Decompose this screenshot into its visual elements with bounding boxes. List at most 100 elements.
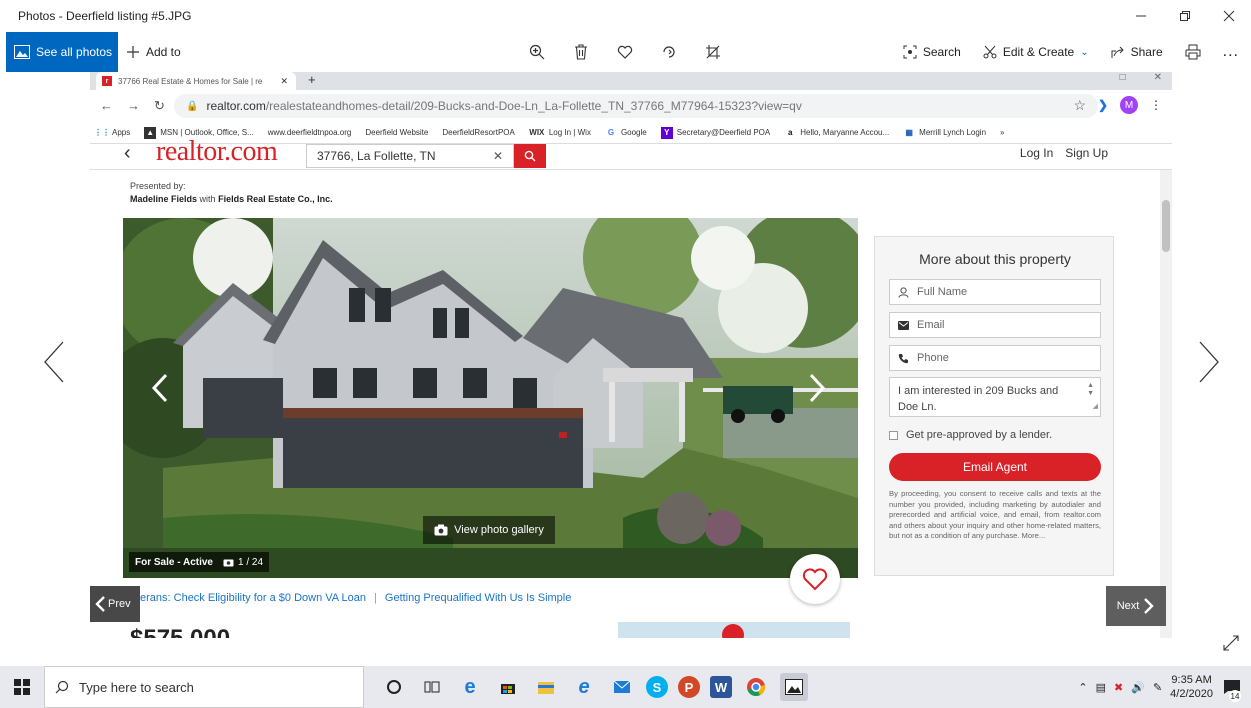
bookmark-yahoo[interactable]: Y Secretary@Deerfield POA	[660, 126, 770, 139]
rotate-button[interactable]	[658, 41, 680, 63]
volume-icon[interactable]: 🔊	[1131, 681, 1145, 694]
login-link[interactable]: Log In	[1020, 146, 1053, 160]
preapproved-checkbox[interactable]: Get pre-approved by a lender.	[889, 429, 1052, 441]
app-title: Photos - Deerfield listing #5.JPG	[18, 9, 192, 23]
url-domain: realtor.com	[206, 99, 266, 113]
location-search-input[interactable]: 37766, La Follette, TN ✕	[306, 144, 514, 168]
signup-link[interactable]: Sign Up	[1065, 146, 1108, 160]
previous-photo-button[interactable]	[34, 332, 74, 392]
phone-field[interactable]: Phone	[889, 345, 1101, 371]
cortana-icon[interactable]	[380, 673, 408, 701]
agent-name[interactable]: Madeline Fields	[130, 194, 197, 204]
next-label: Next	[1116, 600, 1140, 612]
windows-taskbar: Type here to search e e S P W ⌃ ▤ ✖ 🔊 ✎ …	[0, 666, 1251, 708]
file-explorer-icon[interactable]	[532, 673, 560, 701]
add-to-button[interactable]: Add to	[126, 32, 181, 72]
tray-overflow-icon[interactable]: ⌃	[1078, 681, 1087, 694]
back-arrow-icon[interactable]: ←	[100, 98, 113, 114]
page-scrollbar[interactable]	[1160, 170, 1172, 638]
security-alert-icon[interactable]: ✖	[1114, 681, 1123, 694]
browser-tab[interactable]: r 37766 Real Estate & Homes for Sale | r…	[96, 72, 296, 90]
profile-avatar[interactable]: M	[1120, 96, 1138, 114]
bookmark-apps[interactable]: ⋮⋮ Apps	[94, 127, 130, 139]
reload-icon[interactable]: ↻	[154, 98, 165, 114]
print-button[interactable]	[1185, 44, 1201, 60]
message-textarea[interactable]: I am interested in 209 Bucks and Doe Ln.…	[889, 377, 1101, 417]
prev-listing-button[interactable]: Prev	[90, 586, 140, 622]
realtor-logo[interactable]: realtor.com	[156, 136, 278, 168]
back-chevron-icon[interactable]: ‹	[124, 142, 131, 165]
chrome-icon[interactable]	[742, 673, 770, 701]
photo-prev-button[interactable]	[145, 368, 175, 408]
edit-create-button[interactable]: Edit & Create ⌄	[983, 45, 1089, 59]
photos-app-icon[interactable]	[780, 673, 808, 701]
restore-window-icon[interactable]: □	[1120, 72, 1126, 83]
extension-icon[interactable]: ❯	[1098, 98, 1108, 112]
url-bar[interactable]: 🔒 realtor.com/realestateandhomes-detail/…	[174, 94, 1098, 118]
close-button[interactable]	[1207, 0, 1251, 32]
powerpoint-icon[interactable]: P	[678, 676, 700, 698]
bookmark-wix[interactable]: WIX Log In | Wix	[529, 127, 591, 139]
bookmark-deerfieldresortpoa[interactable]: DeerfieldResortPOA	[442, 128, 514, 137]
zoom-button[interactable]	[526, 41, 548, 63]
share-button[interactable]: Share	[1111, 45, 1163, 59]
va-loan-link[interactable]: erans: Check Eligibility for a $0 Down V…	[140, 592, 366, 604]
email-agent-label: Email Agent	[962, 460, 1028, 474]
search-label: Search	[922, 45, 961, 59]
forward-arrow-icon[interactable]: →	[127, 98, 140, 114]
bookmark-deerfieldtnpoa[interactable]: www.deerfieldtnpoa.org	[268, 128, 352, 137]
resize-grip-icon[interactable]: ◢	[1093, 399, 1098, 415]
network-icon[interactable]: ▤	[1096, 681, 1106, 694]
favorite-button[interactable]	[614, 41, 636, 63]
store-icon[interactable]	[494, 673, 522, 701]
fullscreen-button[interactable]	[1223, 635, 1239, 656]
skype-icon[interactable]: S	[646, 676, 668, 698]
tab-close-icon[interactable]: ✕	[280, 76, 288, 87]
agent-line: Madeline Fields with Fields Real Estate …	[130, 193, 333, 206]
prequalify-link[interactable]: Getting Prequalified With Us Is Simple	[385, 592, 571, 604]
new-tab-button[interactable]: +	[308, 72, 316, 87]
mail-icon[interactable]	[608, 673, 636, 701]
next-listing-button[interactable]: Next	[1106, 586, 1166, 626]
view-gallery-button[interactable]: View photo gallery	[423, 516, 555, 544]
listing-photo[interactable]: View photo gallery For Sale - Active 1 /…	[123, 218, 858, 578]
taskbar-search-box[interactable]: Type here to search	[44, 666, 364, 708]
crop-button[interactable]	[702, 41, 724, 63]
close-window-icon[interactable]: ✕	[1154, 72, 1162, 83]
clear-search-icon[interactable]: ✕	[493, 149, 503, 163]
start-button[interactable]	[0, 666, 44, 708]
bookmark-deerfield-website[interactable]: Deerfield Website	[365, 128, 428, 137]
bookmark-label: Hello, Maryanne Accou...	[800, 128, 890, 137]
bookmark-amazon[interactable]: a Hello, Maryanne Accou...	[784, 127, 889, 139]
bookmark-merrill[interactable]: ▦ Merrill Lynch Login	[903, 127, 986, 139]
email-agent-button[interactable]: Email Agent	[889, 453, 1101, 481]
kebab-menu-icon[interactable]: ⋮	[1150, 98, 1162, 112]
full-name-field[interactable]: Full Name	[889, 279, 1101, 305]
checkbox-box[interactable]	[889, 430, 898, 440]
pen-icon[interactable]: ✎	[1153, 681, 1162, 694]
bookmark-google[interactable]: G Google	[605, 127, 647, 139]
minimize-button[interactable]	[1119, 0, 1163, 32]
save-listing-button[interactable]	[790, 554, 840, 604]
map-preview[interactable]	[618, 622, 850, 638]
next-photo-button[interactable]	[1189, 332, 1229, 392]
taskbar-clock[interactable]: 9:35 AM 4/2/2020	[1170, 673, 1213, 701]
scrollbar-thumb[interactable]	[1162, 200, 1170, 252]
email-field[interactable]: Email	[889, 312, 1101, 338]
notifications-button[interactable]: 14	[1221, 676, 1243, 702]
task-view-icon[interactable]	[418, 673, 446, 701]
word-icon[interactable]: W	[710, 676, 732, 698]
edge-icon[interactable]: e	[456, 673, 484, 701]
see-all-photos-button[interactable]: See all photos	[6, 32, 118, 72]
photo-next-button[interactable]	[802, 368, 832, 408]
search-submit-button[interactable]	[514, 144, 546, 168]
brokerage-name[interactable]: Fields Real Estate Co., Inc.	[218, 194, 333, 204]
restore-button[interactable]	[1163, 0, 1207, 32]
search-button[interactable]: Search	[903, 45, 961, 59]
camera-icon	[223, 559, 234, 566]
delete-button[interactable]	[570, 41, 592, 63]
bookmarks-overflow-icon[interactable]: »	[1000, 128, 1004, 137]
bookmark-star-icon[interactable]: ☆	[1073, 97, 1086, 114]
internet-explorer-icon[interactable]: e	[570, 673, 598, 701]
more-options-button[interactable]: ...	[1223, 43, 1239, 61]
